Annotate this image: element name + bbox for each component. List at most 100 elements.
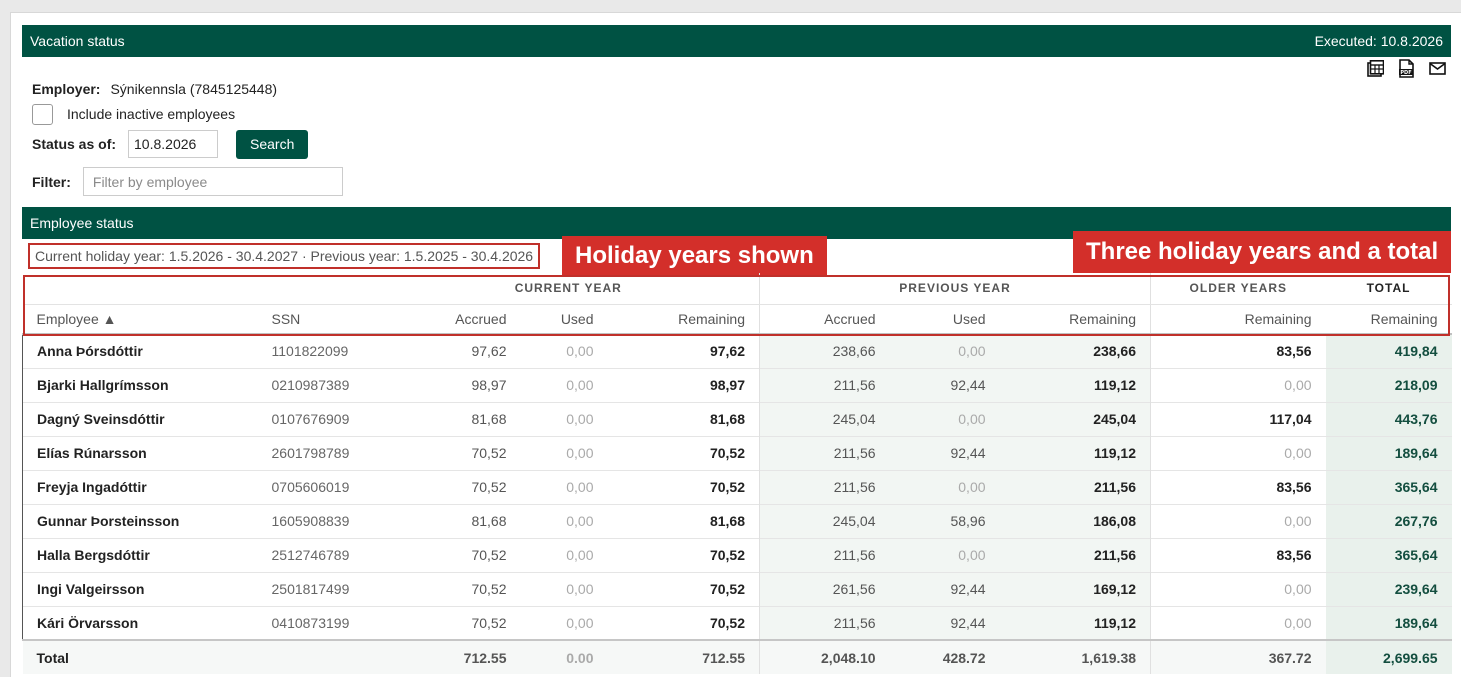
older-remaining: 0,00	[1150, 367, 1326, 402]
filter-row: Filter:	[32, 167, 343, 196]
employee-name: Ingi Valgeirsson	[22, 571, 258, 606]
col-ssn[interactable]: SSN	[258, 304, 378, 334]
col-previous-remaining[interactable]: Remaining	[1000, 304, 1151, 334]
previous-used: 92,44	[889, 367, 1000, 402]
table-row[interactable]: Kári Örvarsson 0410873199 70,52 0,00 70,52 21…	[22, 605, 1452, 640]
table-row[interactable]: Gunnar Þorsteinsson 1605908839 81,68 0,00 81…	[22, 503, 1452, 538]
status-date-input[interactable]	[128, 130, 219, 158]
employee-name: Halla Bergsdóttir	[22, 537, 258, 572]
total-previous-remaining: 1,619.38	[999, 639, 1151, 674]
search-button[interactable]: Search	[236, 129, 309, 159]
previous-accrued: 211,56	[759, 367, 890, 402]
totals-label: Total	[22, 639, 258, 674]
previous-remaining: 211,56	[999, 469, 1151, 504]
group-older-years: OLDER YEARS	[1150, 273, 1326, 305]
col-older-remaining[interactable]: Remaining	[1150, 304, 1326, 334]
employee-name: Anna Þórsdóttir	[22, 333, 258, 368]
group-current-year: CURRENT YEAR	[377, 273, 760, 305]
current-used: 0,00	[520, 503, 608, 538]
mail-icon[interactable]	[1428, 59, 1447, 78]
holiday-years-text: Current holiday year: 1.5.2026 - 30.4.20…	[35, 248, 534, 264]
status-row: Status as of: Search	[32, 129, 309, 159]
current-used: 0,00	[520, 401, 608, 436]
employee-name: Freyja Ingadóttir	[22, 469, 258, 504]
employer-value: Sýnikennsla (7845125448)	[110, 81, 278, 97]
previous-accrued: 211,56	[759, 469, 890, 504]
current-remaining: 70,52	[607, 469, 760, 504]
older-remaining: 0,00	[1150, 571, 1326, 606]
previous-used: 58,96	[889, 503, 1000, 538]
table-row[interactable]: Elías Rúnarsson 2601798789 70,52 0,00 70,52 2…	[22, 435, 1452, 470]
current-remaining: 70,52	[607, 571, 760, 606]
status-label: Status as of:	[32, 136, 117, 152]
filter-input[interactable]	[82, 167, 343, 196]
current-remaining: 70,52	[607, 605, 760, 640]
executed-date: Executed: 10.8.2026	[1314, 33, 1443, 49]
current-accrued: 70,52	[377, 571, 521, 606]
employee-ssn: 1101822099	[257, 333, 378, 368]
col-employee-sortable[interactable]: Employee ▲	[23, 304, 258, 334]
table-row[interactable]: Ingi Valgeirsson 2501817499 70,52 0,00 70,52…	[22, 571, 1452, 606]
current-accrued: 81,68	[377, 401, 521, 436]
report-title: Vacation status	[30, 33, 125, 49]
previous-used: 0,00	[889, 333, 1000, 368]
total-older-remaining: 367.72	[1150, 639, 1326, 674]
current-used: 0,00	[520, 605, 608, 640]
previous-accrued: 245,04	[759, 503, 890, 538]
previous-remaining: 169,12	[999, 571, 1151, 606]
current-accrued: 70,52	[377, 469, 521, 504]
group-previous-year: PREVIOUS YEAR	[759, 273, 1151, 305]
current-accrued: 81,68	[377, 503, 521, 538]
include-inactive-checkbox[interactable]	[32, 103, 53, 125]
employee-name: Bjarki Hallgrímsson	[22, 367, 258, 402]
vacation-table-wrapper: CURRENT YEAR PREVIOUS YEAR OLDER YEARS T…	[22, 273, 1452, 674]
employee-rows: Anna Þórsdóttir 1101822099 97,62 0,00 97,62 2…	[22, 333, 1452, 640]
current-remaining: 81,68	[607, 503, 760, 538]
employee-ssn: 0210987389	[257, 367, 378, 402]
employee-ssn: 0410873199	[257, 605, 378, 640]
employer-row: Employer: Sýnikennsla (7845125448)	[32, 80, 277, 98]
employee-name: Gunnar Þorsteinsson	[22, 503, 258, 538]
filter-label: Filter:	[32, 173, 71, 190]
previous-accrued: 211,56	[759, 537, 890, 572]
vacation-table: CURRENT YEAR PREVIOUS YEAR OLDER YEARS T…	[22, 273, 1452, 674]
table-row[interactable]: Freyja Ingadóttir 0705606019 70,52 0,00 70,5…	[22, 469, 1452, 504]
employee-ssn: 2512746789	[257, 537, 378, 572]
callout-holiday-years: Holiday years shown	[562, 236, 827, 276]
previous-used: 0,00	[889, 401, 1000, 436]
spreadsheet-icon[interactable]	[1366, 59, 1385, 78]
previous-remaining: 119,12	[999, 367, 1151, 402]
previous-accrued: 238,66	[759, 333, 890, 368]
col-current-remaining[interactable]: Remaining	[608, 304, 760, 334]
group-total: TOTAL	[1325, 273, 1452, 305]
current-used: 0,00	[520, 333, 608, 368]
table-row[interactable]: Dagný Sveinsdóttir 0107676909 81,68 0,00 81,…	[22, 401, 1452, 436]
export-toolbar: PDF	[1366, 59, 1447, 78]
previous-used: 92,44	[889, 571, 1000, 606]
current-accrued: 70,52	[377, 605, 521, 640]
previous-used: 92,44	[889, 605, 1000, 640]
current-used: 0,00	[520, 435, 608, 470]
col-total-remaining[interactable]: Remaining	[1326, 304, 1452, 334]
col-previous-used[interactable]: Used	[890, 304, 1000, 334]
col-previous-accrued[interactable]: Accrued	[759, 304, 890, 334]
current-used: 0,00	[520, 571, 608, 606]
previous-remaining: 186,08	[999, 503, 1151, 538]
employee-ssn: 1605908839	[257, 503, 378, 538]
table-row[interactable]: Halla Bergsdóttir 2512746789 70,52 0,00 70,5…	[22, 537, 1452, 572]
total-remaining: 239,64	[1325, 571, 1452, 606]
pdf-icon[interactable]: PDF	[1397, 59, 1416, 78]
table-row[interactable]: Bjarki Hallgrímsson 0210987389 98,97 0,00 98…	[22, 367, 1452, 402]
table-row[interactable]: Anna Þórsdóttir 1101822099 97,62 0,00 97,62 2…	[22, 333, 1452, 368]
col-current-used[interactable]: Used	[521, 304, 608, 334]
total-remaining: 218,09	[1325, 367, 1452, 402]
older-remaining: 83,56	[1150, 469, 1326, 504]
employee-ssn: 2601798789	[257, 435, 378, 470]
previous-accrued: 261,56	[759, 571, 890, 606]
employee-name: Elías Rúnarsson	[22, 435, 258, 470]
current-remaining: 81,68	[607, 401, 760, 436]
col-current-accrued[interactable]: Accrued	[378, 304, 521, 334]
previous-remaining: 119,12	[999, 605, 1151, 640]
older-remaining: 117,04	[1150, 401, 1326, 436]
older-remaining: 0,00	[1150, 605, 1326, 640]
